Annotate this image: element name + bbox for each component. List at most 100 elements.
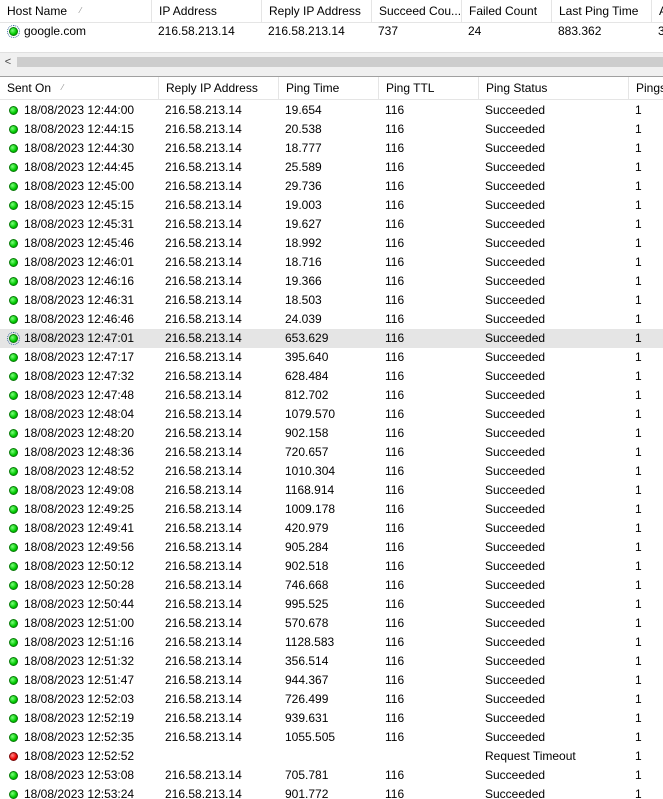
ping-row[interactable]: 18/08/2023 12:45:31 216.58.213.14 19.627 11… — [0, 215, 663, 234]
ping-cell-pings: 1 — [635, 768, 642, 782]
ping-cell-ping-time: 1009.178 — [285, 502, 336, 516]
ping-row[interactable]: 18/08/2023 12:44:15 216.58.213.14 20.538 11… — [0, 120, 663, 139]
ping-row[interactable]: 18/08/2023 12:49:08 216.58.213.14 1168.914… — [0, 481, 663, 500]
ping-row[interactable]: 18/08/2023 12:51:16 216.58.213.14 1128.583… — [0, 633, 663, 652]
ping-row[interactable]: 18/08/2023 12:49:56 216.58.213.14 905.284 1… — [0, 538, 663, 557]
top-header-reply-ip-address[interactable]: Reply IP Address — [262, 0, 372, 22]
top-header-ip-address[interactable]: IP Address — [152, 0, 262, 22]
ping-row[interactable]: 18/08/2023 12:45:46 216.58.213.14 18.992 11… — [0, 234, 663, 253]
ping-row[interactable]: 18/08/2023 12:44:30 216.58.213.14 18.777 11… — [0, 139, 663, 158]
ping-row[interactable]: 18/08/2023 12:51:00 216.58.213.14 570.678 1… — [0, 614, 663, 633]
ping-cell-sent-on: 18/08/2023 12:45:00 — [24, 179, 135, 193]
top-header-host-name[interactable]: Host Name ⁄ — [0, 0, 152, 22]
ping-cell-ping-status: Succeeded — [485, 464, 546, 478]
ping-row[interactable]: 18/08/2023 12:48:36 216.58.213.14 720.657 1… — [0, 443, 663, 462]
ping-cell-pings: 1 — [635, 711, 642, 725]
bottom-header-pings[interactable]: Pings — [629, 77, 663, 99]
ping-cell-pings: 1 — [635, 787, 642, 799]
ping-row[interactable]: 18/08/2023 12:46:31 216.58.213.14 18.503 11… — [0, 291, 663, 310]
ping-row[interactable]: 18/08/2023 12:47:32 216.58.213.14 628.484 1… — [0, 367, 663, 386]
ping-row[interactable]: 18/08/2023 12:52:19 216.58.213.14 939.631 1… — [0, 709, 663, 728]
ping-cell-ping-time: 24.039 — [285, 312, 322, 326]
bottom-header-reply-ip-address[interactable]: Reply IP Address — [159, 77, 279, 99]
ping-cell-ping-time: 18.777 — [285, 141, 322, 155]
top-header-label: Host Name — [7, 4, 68, 18]
ping-cell-ping-status: Succeeded — [485, 673, 546, 687]
ping-row[interactable]: 18/08/2023 12:47:48 216.58.213.14 812.702 1… — [0, 386, 663, 405]
ping-cell-ping-status: Succeeded — [485, 502, 546, 516]
bottom-header-ping-ttl[interactable]: Ping TTL — [379, 77, 479, 99]
ping-cell-sent-on: 18/08/2023 12:49:08 — [24, 483, 135, 497]
ping-row[interactable]: 18/08/2023 12:52:52 Request Timeout 1 — [0, 747, 663, 766]
success-status-icon — [9, 125, 18, 134]
ping-cell-ping-status: Succeeded — [485, 768, 546, 782]
ping-row[interactable]: 18/08/2023 12:51:47 216.58.213.14 944.367 1… — [0, 671, 663, 690]
horizontal-scrollbar[interactable]: < — [0, 52, 663, 71]
ping-row[interactable]: 18/08/2023 12:51:32 216.58.213.14 356.514 1… — [0, 652, 663, 671]
top-header-failed-count[interactable]: Failed Count — [462, 0, 552, 22]
ping-cell-pings: 1 — [635, 217, 642, 231]
ping-row[interactable]: 18/08/2023 12:47:01 216.58.213.14 653.629 1… — [0, 329, 663, 348]
ping-cell-ping-status: Succeeded — [485, 711, 546, 725]
ping-row[interactable]: 18/08/2023 12:46:16 216.58.213.14 19.366 11… — [0, 272, 663, 291]
ping-cell-pings: 1 — [635, 407, 642, 421]
host-cell-host-name: google.com — [24, 24, 87, 38]
ping-cell-sent-on: 18/08/2023 12:45:31 — [24, 217, 135, 231]
ping-row[interactable]: 18/08/2023 12:47:17 216.58.213.14 395.640 1… — [0, 348, 663, 367]
ping-row[interactable]: 18/08/2023 12:50:44 216.58.213.14 995.525 1… — [0, 595, 663, 614]
ping-cell-pings: 1 — [635, 122, 642, 136]
bottom-header-sent-on[interactable]: Sent On ⁄ — [0, 77, 159, 99]
ping-row[interactable]: 18/08/2023 12:50:28 216.58.213.14 746.668 1… — [0, 576, 663, 595]
scrollbar-thumb[interactable] — [17, 57, 663, 67]
hosts-list[interactable]: Host Name ⁄ IP Address Reply IP Address Succ… — [0, 0, 663, 52]
ping-row[interactable]: 18/08/2023 12:48:04 216.58.213.14 1079.570… — [0, 405, 663, 424]
ping-cell-ping-time: 1055.505 — [285, 730, 336, 744]
ping-cell-pings: 1 — [635, 141, 642, 155]
ping-row[interactable]: 18/08/2023 12:46:46 216.58.213.14 24.039 11… — [0, 310, 663, 329]
success-status-icon — [9, 676, 18, 685]
ping-row[interactable]: 18/08/2023 12:48:52 216.58.213.14 1010.304… — [0, 462, 663, 481]
ping-cell-ping-time: 939.631 — [285, 711, 329, 725]
ping-row[interactable]: 18/08/2023 12:53:24 216.58.213.14 901.772 1… — [0, 785, 663, 799]
ping-cell-ping-ttl: 116 — [385, 236, 405, 250]
ping-history-list[interactable]: Sent On ⁄ Reply IP Address Ping Time Ping TT… — [0, 76, 663, 799]
ping-row[interactable]: 18/08/2023 12:44:00 216.58.213.14 19.654 11… — [0, 101, 663, 120]
bottom-header-ping-status[interactable]: Ping Status — [479, 77, 629, 99]
ping-row[interactable]: 18/08/2023 12:49:41 216.58.213.14 420.979 1… — [0, 519, 663, 538]
ping-cell-ping-time: 995.525 — [285, 597, 329, 611]
ping-row[interactable]: 18/08/2023 12:49:25 216.58.213.14 1009.178… — [0, 500, 663, 519]
ping-row[interactable]: 18/08/2023 12:45:00 216.58.213.14 29.736 11… — [0, 177, 663, 196]
ping-row[interactable]: 18/08/2023 12:48:20 216.58.213.14 902.158 1… — [0, 424, 663, 443]
ping-cell-ping-status: Succeeded — [485, 198, 546, 212]
ping-row[interactable]: 18/08/2023 12:45:15 216.58.213.14 19.003 11… — [0, 196, 663, 215]
ping-cell-reply-ip-address: 216.58.213.14 — [165, 654, 242, 668]
ping-row[interactable]: 18/08/2023 12:44:45 216.58.213.14 25.589 11… — [0, 158, 663, 177]
ping-cell-ping-ttl: 116 — [385, 369, 405, 383]
top-header-succeed-count[interactable]: Succeed Cou... — [372, 0, 462, 22]
scroll-left-arrow-icon[interactable]: < — [0, 53, 16, 71]
success-status-icon — [9, 771, 18, 780]
ping-cell-ping-ttl: 116 — [385, 274, 405, 288]
ping-cell-ping-time: 812.702 — [285, 388, 329, 402]
ping-row[interactable]: 18/08/2023 12:52:35 216.58.213.14 1055.505… — [0, 728, 663, 747]
ping-row[interactable]: 18/08/2023 12:52:03 216.58.213.14 726.499 1… — [0, 690, 663, 709]
bottom-header-ping-time[interactable]: Ping Time — [279, 77, 379, 99]
ping-cell-pings: 1 — [635, 597, 642, 611]
ping-cell-reply-ip-address: 216.58.213.14 — [165, 597, 242, 611]
top-header-extra[interactable]: A — [652, 0, 663, 22]
success-status-icon — [9, 220, 18, 229]
ping-cell-pings: 1 — [635, 369, 642, 383]
ping-cell-ping-time: 18.716 — [285, 255, 322, 269]
ping-cell-reply-ip-address: 216.58.213.14 — [165, 103, 242, 117]
ping-row[interactable]: 18/08/2023 12:50:12 216.58.213.14 902.518 1… — [0, 557, 663, 576]
ping-cell-ping-ttl: 116 — [385, 350, 405, 364]
ping-cell-reply-ip-address: 216.58.213.14 — [165, 426, 242, 440]
ping-row[interactable]: 18/08/2023 12:53:08 216.58.213.14 705.781 1… — [0, 766, 663, 785]
ping-cell-reply-ip-address: 216.58.213.14 — [165, 730, 242, 744]
ping-row[interactable]: 18/08/2023 12:46:01 216.58.213.14 18.716 11… — [0, 253, 663, 272]
top-header-last-ping-time[interactable]: Last Ping Time — [552, 0, 652, 22]
host-cell-reply-ip-address: 216.58.213.14 — [268, 24, 345, 38]
success-status-icon — [9, 695, 18, 704]
host-row[interactable]: google.com 216.58.213.14 216.58.213.14 737 2… — [0, 22, 663, 41]
ping-cell-ping-time — [285, 747, 379, 766]
